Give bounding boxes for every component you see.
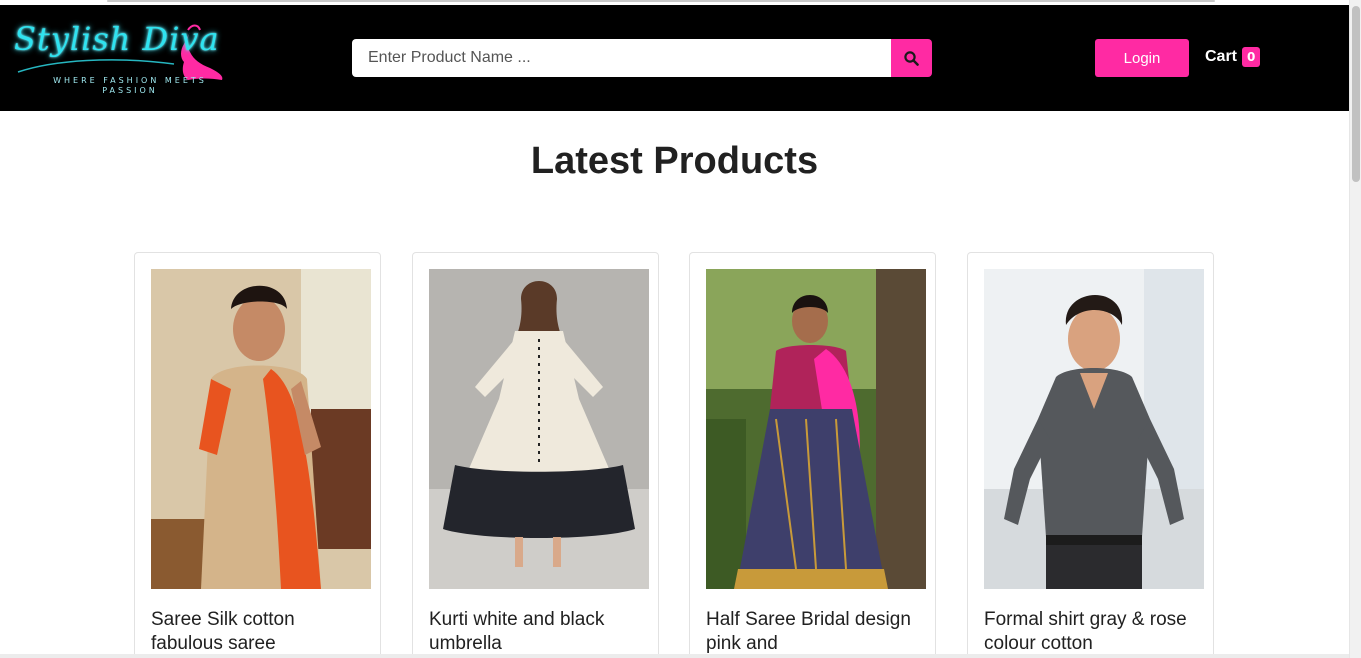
product-image[interactable] — [706, 269, 926, 589]
cart-count-badge: 0 — [1242, 47, 1261, 67]
navbar: Stylish Diva WHERE FASHION MEETS PASSION… — [0, 5, 1349, 111]
product-card[interactable]: Kurti white and black umbrella — [412, 252, 659, 658]
login-button[interactable]: Login — [1095, 39, 1189, 77]
woman-in-half-saree-photo — [706, 269, 926, 589]
search-button[interactable] — [891, 39, 932, 77]
product-name[interactable]: Formal shirt gray & rose colour cotton — [984, 608, 1204, 656]
product-card[interactable]: Half Saree Bridal design pink and — [689, 252, 936, 658]
woman-in-saree-photo — [151, 269, 371, 589]
product-card[interactable]: Saree Silk cotton fabulous saree — [134, 252, 381, 658]
product-image[interactable] — [151, 269, 371, 589]
cart-label: Cart — [1205, 48, 1238, 65]
top-rule — [107, 0, 1215, 2]
brand-logo[interactable]: Stylish Diva WHERE FASHION MEETS PASSION — [14, 20, 230, 102]
bottom-rule — [0, 654, 1349, 658]
logo-text: Stylish Diva — [14, 20, 220, 58]
product-name[interactable]: Saree Silk cotton fabulous saree — [151, 608, 371, 656]
product-name[interactable]: Half Saree Bridal design pink and — [706, 608, 926, 656]
scrollbar-thumb[interactable] — [1352, 6, 1360, 182]
product-image[interactable] — [429, 269, 649, 589]
cart-link[interactable]: Cart 0 — [1205, 45, 1261, 69]
page-title: Latest Products — [530, 140, 819, 182]
woman-in-kurti-photo — [429, 269, 649, 589]
man-in-shirt-photo — [984, 269, 1204, 589]
page-scrollbar[interactable] — [1349, 0, 1361, 658]
logo-tagline: WHERE FASHION MEETS PASSION — [53, 76, 207, 95]
search-bar — [352, 39, 932, 77]
search-input[interactable] — [352, 39, 891, 77]
search-icon — [904, 51, 919, 66]
product-card[interactable]: Formal shirt gray & rose colour cotton — [967, 252, 1214, 658]
product-name[interactable]: Kurti white and black umbrella — [429, 608, 649, 656]
product-image[interactable] — [984, 269, 1204, 589]
